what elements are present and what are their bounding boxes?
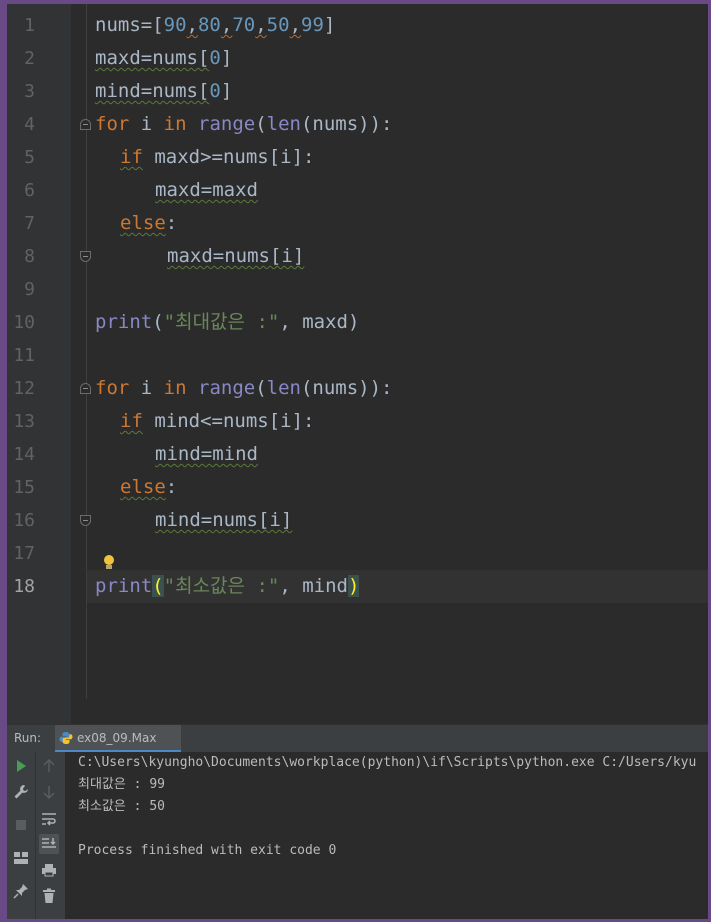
- stop-icon[interactable]: [11, 815, 31, 835]
- code-line-10[interactable]: print("최대값은 :", maxd): [95, 306, 359, 339]
- trash-icon[interactable]: [39, 886, 59, 906]
- layout-icon[interactable]: [11, 848, 31, 868]
- fold-collapse-icon[interactable]: [80, 119, 91, 130]
- print-icon[interactable]: [39, 860, 59, 880]
- run-tab-label: ex08_09.Max: [77, 731, 157, 745]
- line-number-gutter: 1 2 3 4 5 6 7 8 9 10 11 12 13 14 15 16 1…: [7, 4, 71, 724]
- lightbulb-base: [106, 565, 112, 569]
- code-line-2[interactable]: maxd=nums[0]: [95, 42, 232, 75]
- code-line-13[interactable]: if mind<=nums[i]:: [120, 405, 314, 438]
- console-line: Process finished with exit code 0: [78, 843, 337, 858]
- run-tab[interactable]: ex08_09.Max: [55, 725, 181, 753]
- fold-gutter: [71, 4, 93, 724]
- line-number: 15: [13, 477, 35, 498]
- line-number: 2: [24, 48, 35, 69]
- run-toolbar-secondary: [35, 752, 65, 919]
- line-number: 3: [24, 81, 35, 102]
- scroll-to-end-icon[interactable]: [39, 834, 59, 854]
- up-arrow-icon[interactable]: [39, 756, 59, 776]
- line-number: 17: [13, 543, 35, 564]
- code-line-5[interactable]: if maxd>=nums[i]:: [120, 141, 314, 174]
- fold-end-icon[interactable]: [80, 251, 91, 262]
- down-arrow-icon[interactable]: [39, 782, 59, 802]
- fold-end-icon[interactable]: [80, 515, 91, 526]
- line-number: 6: [24, 180, 35, 201]
- code-line-6[interactable]: maxd=maxd: [155, 174, 258, 207]
- code-line-8[interactable]: maxd=nums[i]: [167, 240, 304, 273]
- console-line: 최대값은 : 99: [78, 777, 165, 792]
- code-line-15[interactable]: else:: [120, 471, 177, 504]
- line-number: 9: [24, 279, 35, 300]
- run-panel: C:\Users\kyungho\Documents\workplace(pyt…: [7, 752, 708, 919]
- console-line: 최소값은 : 50: [78, 799, 165, 814]
- code-line-4[interactable]: for i in range(len(nums)):: [95, 108, 393, 141]
- line-number: 1: [24, 15, 35, 36]
- window-frame-left: [0, 0, 7, 922]
- code-line-18[interactable]: print("최소값은 :", mind): [95, 570, 360, 603]
- line-number: 13: [13, 411, 35, 432]
- run-panel-header: Run: ex08_09.Max: [7, 724, 708, 753]
- line-number: 11: [13, 345, 35, 366]
- current-line-number: 18: [13, 576, 35, 597]
- line-number: 16: [13, 510, 35, 531]
- pin-icon[interactable]: [11, 881, 31, 901]
- wrench-icon[interactable]: [11, 782, 31, 802]
- code-line-1[interactable]: nums=[90,80,70,50,99]: [95, 9, 335, 42]
- line-number: 14: [13, 444, 35, 465]
- code-editor[interactable]: 1 2 3 4 5 6 7 8 9 10 11 12 13 14 15 16 1…: [7, 4, 708, 724]
- line-number: 12: [13, 378, 35, 399]
- code-line-7[interactable]: else:: [120, 207, 177, 240]
- code-line-14[interactable]: mind=mind: [155, 438, 258, 471]
- lightbulb-icon[interactable]: [104, 555, 114, 565]
- run-icon[interactable]: [11, 756, 31, 776]
- line-number: 7: [24, 213, 35, 234]
- run-panel-label: Run:: [14, 731, 42, 745]
- line-number: 4: [24, 114, 35, 135]
- line-number: 8: [24, 246, 35, 267]
- line-number: 5: [24, 147, 35, 168]
- python-file-icon: [59, 732, 73, 744]
- fold-collapse-icon[interactable]: [80, 383, 91, 394]
- line-number: 10: [13, 312, 35, 333]
- soft-wrap-icon[interactable]: [39, 809, 59, 829]
- run-toolbar-primary: [7, 752, 35, 919]
- console-output[interactable]: C:\Users\kyungho\Documents\workplace(pyt…: [78, 752, 708, 919]
- code-line-3[interactable]: mind=nums[0]: [95, 75, 232, 108]
- console-line: C:\Users\kyungho\Documents\workplace(pyt…: [78, 755, 697, 770]
- code-line-16[interactable]: mind=nums[i]: [155, 504, 292, 537]
- code-line-12[interactable]: for i in range(len(nums)):: [95, 372, 393, 405]
